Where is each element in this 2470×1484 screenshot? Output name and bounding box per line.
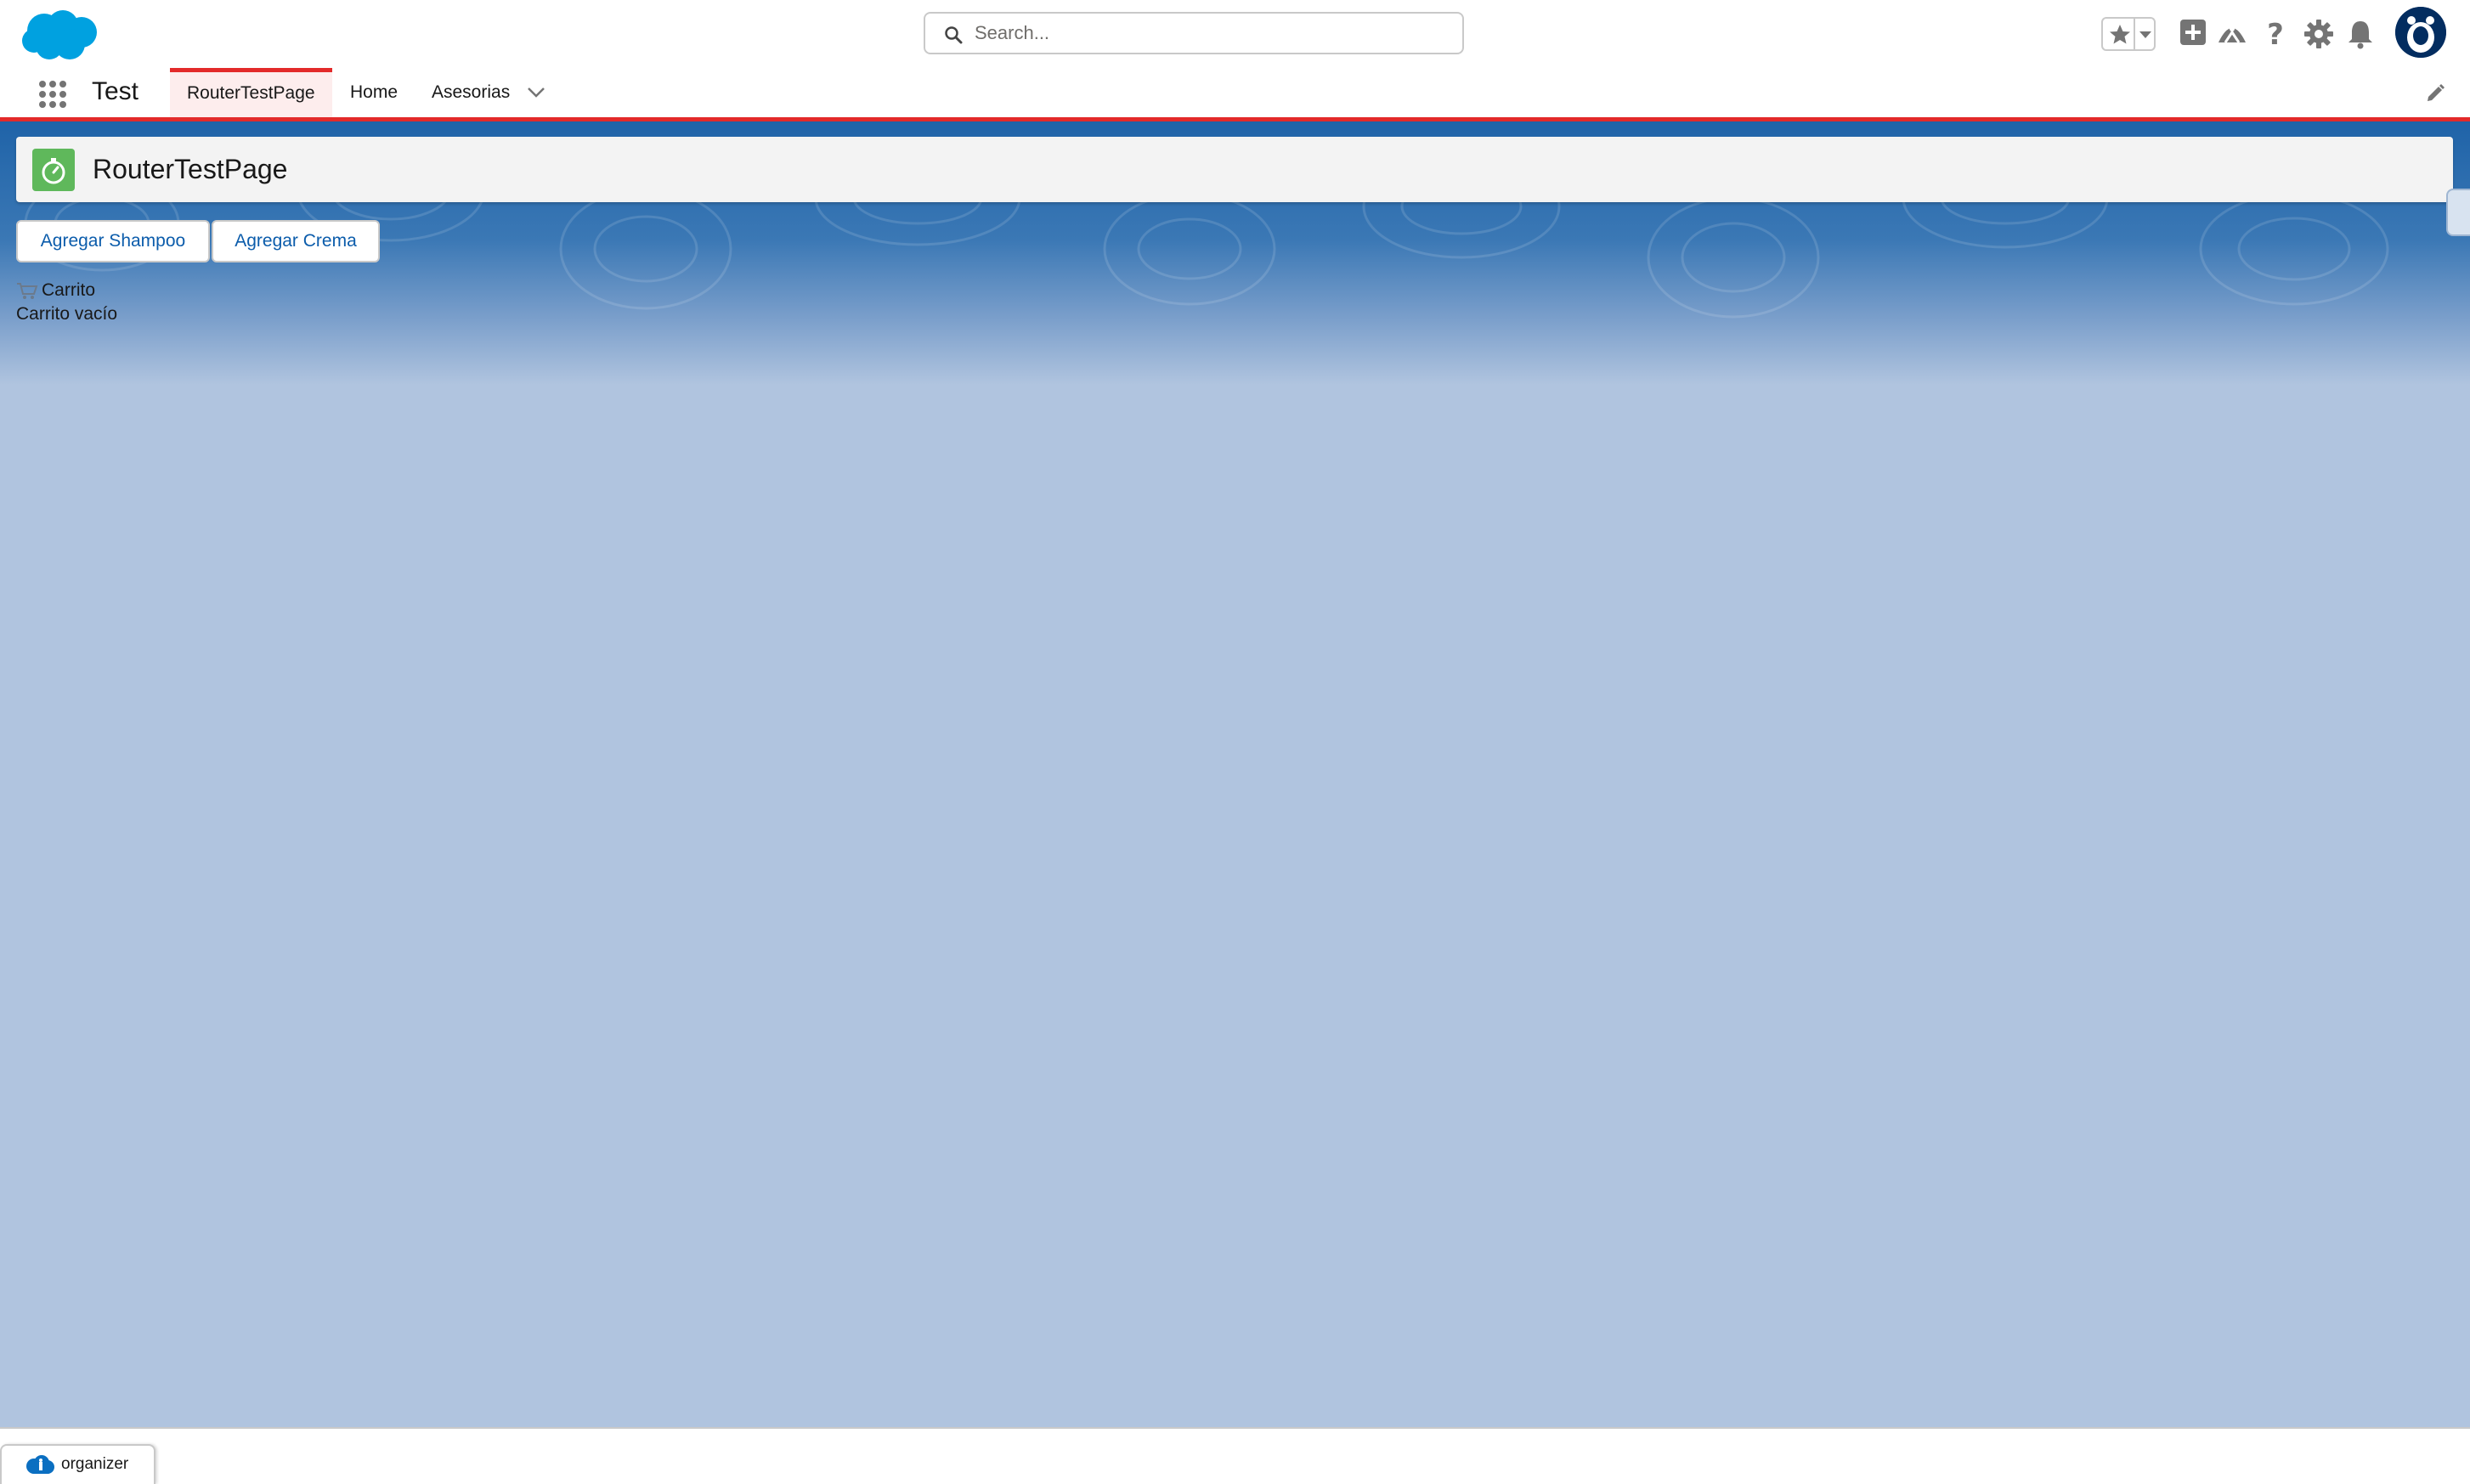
global-search[interactable] [924,12,1464,54]
utility-bar: organizer [0,1427,2470,1484]
astro-avatar-icon [2395,7,2446,58]
utility-label: organizer [61,1455,129,1473]
tab-label: Home [350,82,398,102]
app-launcher-icon[interactable] [37,79,68,110]
add-shampoo-button[interactable]: Agregar Shampoo [16,220,210,262]
organizer-cloud-icon [26,1455,54,1474]
help-icon[interactable]: ? [2258,17,2292,51]
favorites-divider [2134,19,2135,49]
cart-status: Carrito vacío [16,304,118,324]
tab-routertestpage[interactable]: RouterTestPage [170,68,332,117]
user-avatar[interactable] [2395,7,2446,58]
tab-home[interactable]: Home [333,68,415,117]
page-icon [32,149,75,191]
salesforce-logo[interactable] [19,7,100,63]
global-actions-icon[interactable] [2176,17,2210,51]
cart-heading: Carrito [16,279,95,302]
favorites-star-icon[interactable] [2108,23,2132,45]
edit-nav-pencil-icon[interactable] [2424,82,2446,104]
add-cream-button[interactable]: Agregar Crema [212,220,380,262]
search-input[interactable] [975,14,1450,53]
tab-asesorias[interactable]: Asesorias [415,68,527,117]
shopping-cart-icon [17,283,38,300]
page-title: RouterTestPage [93,154,288,184]
search-icon [945,26,963,44]
tab-label: RouterTestPage [187,83,315,103]
global-header: ? [0,0,2470,68]
favorites-menu-icon[interactable] [2139,31,2152,39]
utility-item-organizer[interactable]: organizer [0,1444,155,1484]
chevron-down-icon[interactable] [525,85,547,100]
page-header: RouterTestPage [16,137,2453,202]
app-nav-bar: Test RouterTestPage Home Asesorias [0,68,2470,121]
side-panel-toggle[interactable] [2446,189,2470,236]
notifications-bell-icon[interactable] [2343,17,2377,51]
app-name: Test [92,77,139,105]
cart-title: Carrito [42,280,96,300]
favorites-group [2101,17,2156,51]
stopwatch-icon [42,158,65,184]
trailhead-icon[interactable] [2215,17,2249,51]
setup-gear-icon[interactable] [2302,17,2336,51]
svg-text:?: ? [2267,18,2284,51]
tab-label: Asesorias [432,82,511,102]
